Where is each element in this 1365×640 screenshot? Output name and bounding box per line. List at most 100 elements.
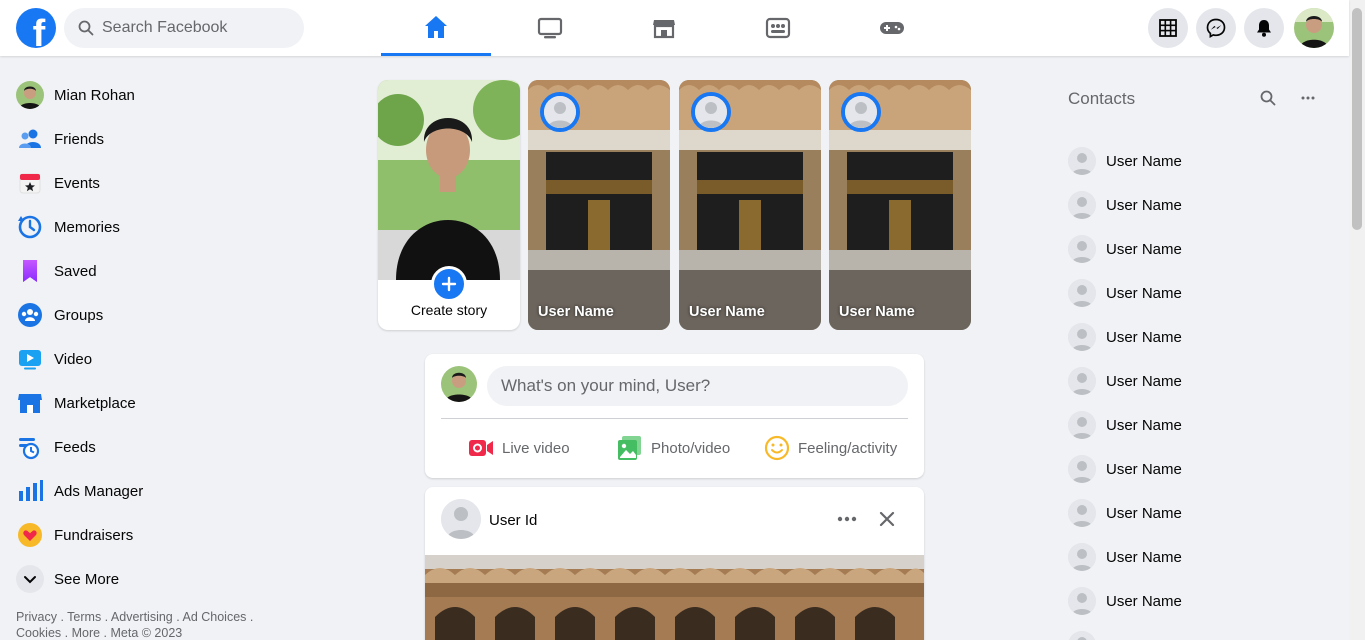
marketplace-icon [653, 20, 675, 39]
scrollbar-thumb[interactable] [1352, 8, 1362, 230]
facebook-logo[interactable]: f [16, 8, 56, 48]
post-author-name[interactable]: User Id [489, 512, 537, 529]
contact-item[interactable]: User Name [1068, 451, 1182, 487]
contact-item[interactable]: User Name [1068, 363, 1182, 399]
story-avatar [540, 92, 580, 132]
live-video-button[interactable]: Live video [468, 430, 570, 466]
sidebar-item-fundraisers[interactable]: Fundraisers [16, 517, 316, 553]
watch-icon [537, 17, 563, 39]
sidebar-item-marketplace[interactable]: Marketplace [16, 385, 316, 421]
sidebar-item-feeds[interactable]: Feeds [16, 429, 316, 465]
contact-item[interactable]: User Name [1068, 539, 1182, 575]
sidebar-item-see-more[interactable]: See More [16, 561, 316, 597]
profile-photo [378, 80, 520, 280]
contact-item[interactable]: User Name [1068, 627, 1182, 640]
contact-item[interactable]: User Name [1068, 319, 1182, 355]
post-composer: Live video Photo/video Feeling/activity [425, 354, 924, 478]
contact-item[interactable]: User Name [1068, 187, 1182, 223]
contact-avatar [1068, 191, 1096, 219]
sidebar-item-label: Mian Rohan [54, 86, 135, 104]
groups-icon [16, 301, 44, 329]
feeling-activity-label: Feeling/activity [798, 439, 898, 457]
post-options-button[interactable] [829, 503, 865, 535]
plus-icon [441, 276, 457, 292]
sidebar-item-profile[interactable]: Mian Rohan [16, 77, 316, 113]
contact-item[interactable]: User Name [1068, 407, 1182, 443]
contact-name: User Name [1106, 548, 1182, 566]
footer-line[interactable]: Cookies . More . Meta © 2023 [16, 625, 276, 640]
sidebar-item-video[interactable]: Video [16, 341, 316, 377]
contact-avatar [1068, 279, 1096, 307]
top-navigation-bar: f [0, 0, 1349, 56]
contact-avatar [1068, 587, 1096, 615]
contact-item[interactable]: User Name [1068, 275, 1182, 311]
account-avatar[interactable] [1294, 8, 1334, 48]
contact-name: User Name [1106, 152, 1182, 170]
contact-item[interactable]: User Name [1068, 231, 1182, 267]
contacts-heading: Contacts [1068, 89, 1136, 108]
sidebar-item-label: Feeds [54, 438, 96, 456]
sidebar-item-friends[interactable]: Friends [16, 121, 316, 157]
events-icon [16, 169, 44, 197]
contacts-search-button[interactable] [1256, 86, 1280, 110]
groups-icon [765, 17, 791, 39]
contact-avatar [1068, 323, 1096, 351]
contact-avatar [1068, 367, 1096, 395]
add-story-button[interactable] [431, 266, 467, 302]
sidebar-item-label: Saved [54, 262, 97, 280]
feeling-icon [764, 435, 790, 461]
page-scrollbar[interactable] [1349, 0, 1365, 640]
hide-post-button[interactable] [871, 503, 903, 535]
messenger-button[interactable] [1196, 8, 1236, 48]
more-horizontal-icon [1301, 96, 1315, 100]
contact-avatar [1068, 235, 1096, 263]
photo-video-label: Photo/video [651, 439, 731, 457]
composer-avatar[interactable] [441, 366, 477, 402]
contact-item[interactable]: User Name [1068, 583, 1182, 619]
story-user-name: User Name [538, 304, 614, 320]
sidebar-item-ads-manager[interactable]: Ads Manager [16, 473, 316, 509]
create-story-label: Create story [410, 302, 488, 318]
create-story-card[interactable]: Create story [378, 80, 520, 330]
more-horizontal-icon [837, 516, 857, 522]
footer-links: Privacy . Terms . Advertising . Ad Choic… [16, 609, 276, 640]
live-video-label: Live video [502, 439, 570, 457]
sidebar-item-memories[interactable]: Memories [16, 209, 316, 245]
memories-icon [16, 213, 44, 241]
contact-avatar [1068, 411, 1096, 439]
contacts-options-button[interactable] [1296, 86, 1320, 110]
story-card[interactable]: User Name [679, 80, 821, 330]
story-card[interactable]: User Name [528, 80, 670, 330]
status-input[interactable] [487, 366, 908, 406]
story-user-name: User Name [839, 304, 915, 320]
chevron-down-icon [16, 565, 44, 593]
contact-item[interactable]: User Name [1068, 143, 1182, 179]
sidebar-item-label: Video [54, 350, 93, 368]
feeling-activity-button[interactable]: Feeling/activity [764, 430, 897, 466]
search-box[interactable] [64, 8, 304, 48]
sidebar-item-events[interactable]: Events [16, 165, 316, 201]
contact-name: User Name [1106, 196, 1182, 214]
sidebar-item-label: See More [54, 570, 120, 588]
footer-line[interactable]: Privacy . Terms . Advertising . Ad Choic… [16, 609, 276, 625]
tab-home[interactable] [381, 0, 491, 56]
menu-button[interactable] [1148, 8, 1188, 48]
sidebar-item-saved[interactable]: Saved [16, 253, 316, 289]
contact-avatar [1068, 499, 1096, 527]
story-card[interactable]: User Name [829, 80, 971, 330]
photo-video-button[interactable]: Photo/video [617, 430, 730, 466]
notifications-button[interactable] [1244, 8, 1284, 48]
sidebar-item-groups[interactable]: Groups [16, 297, 316, 333]
sidebar-item-label: Events [54, 174, 100, 192]
contact-item[interactable]: User Name [1068, 495, 1182, 531]
saved-icon [16, 257, 44, 285]
contact-name: User Name [1106, 504, 1182, 522]
tab-marketplace[interactable] [609, 0, 719, 56]
search-input[interactable] [102, 19, 292, 37]
sidebar-item-label: Marketplace [54, 394, 136, 412]
sidebar-item-label: Memories [54, 218, 120, 236]
tab-groups[interactable] [723, 0, 833, 56]
tab-gaming[interactable] [837, 0, 947, 56]
tab-watch[interactable] [495, 0, 605, 56]
post-author-avatar[interactable] [441, 499, 481, 539]
